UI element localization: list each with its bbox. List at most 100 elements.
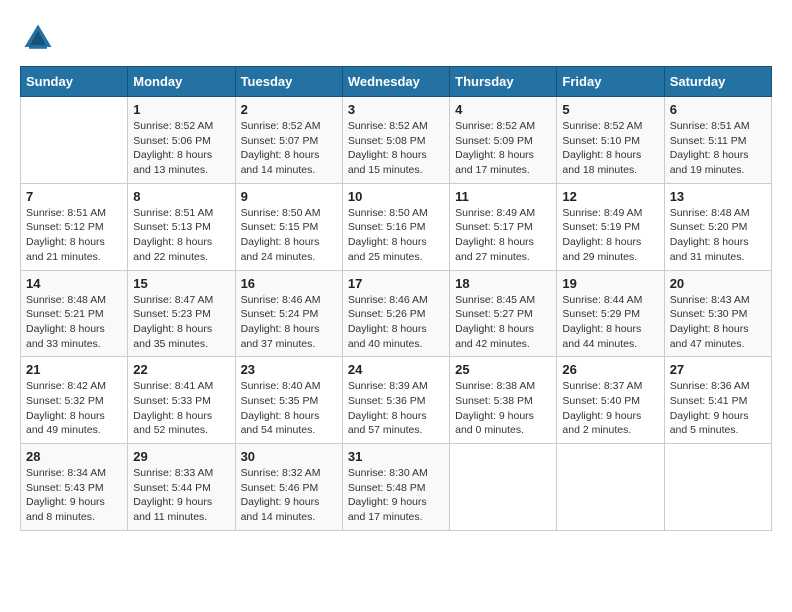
day-cell: 13 Sunrise: 8:48 AMSunset: 5:20 PMDaylig… bbox=[664, 183, 771, 270]
day-number: 5 bbox=[562, 102, 658, 117]
day-info: Sunrise: 8:51 AMSunset: 5:11 PMDaylight:… bbox=[670, 119, 766, 178]
day-cell: 10 Sunrise: 8:50 AMSunset: 5:16 PMDaylig… bbox=[342, 183, 449, 270]
day-number: 8 bbox=[133, 189, 229, 204]
day-number: 17 bbox=[348, 276, 444, 291]
day-cell: 12 Sunrise: 8:49 AMSunset: 5:19 PMDaylig… bbox=[557, 183, 664, 270]
week-row-3: 14 Sunrise: 8:48 AMSunset: 5:21 PMDaylig… bbox=[21, 270, 772, 357]
day-info: Sunrise: 8:48 AMSunset: 5:21 PMDaylight:… bbox=[26, 293, 122, 352]
day-cell: 29 Sunrise: 8:33 AMSunset: 5:44 PMDaylig… bbox=[128, 444, 235, 531]
day-number: 4 bbox=[455, 102, 551, 117]
day-info: Sunrise: 8:40 AMSunset: 5:35 PMDaylight:… bbox=[241, 379, 337, 438]
day-cell: 14 Sunrise: 8:48 AMSunset: 5:21 PMDaylig… bbox=[21, 270, 128, 357]
day-cell bbox=[557, 444, 664, 531]
day-cell: 8 Sunrise: 8:51 AMSunset: 5:13 PMDayligh… bbox=[128, 183, 235, 270]
day-cell bbox=[450, 444, 557, 531]
page-header bbox=[20, 20, 772, 56]
week-row-4: 21 Sunrise: 8:42 AMSunset: 5:32 PMDaylig… bbox=[21, 357, 772, 444]
day-number: 1 bbox=[133, 102, 229, 117]
day-info: Sunrise: 8:46 AMSunset: 5:26 PMDaylight:… bbox=[348, 293, 444, 352]
day-cell: 24 Sunrise: 8:39 AMSunset: 5:36 PMDaylig… bbox=[342, 357, 449, 444]
day-info: Sunrise: 8:50 AMSunset: 5:16 PMDaylight:… bbox=[348, 206, 444, 265]
day-cell: 15 Sunrise: 8:47 AMSunset: 5:23 PMDaylig… bbox=[128, 270, 235, 357]
day-number: 7 bbox=[26, 189, 122, 204]
day-info: Sunrise: 8:52 AMSunset: 5:10 PMDaylight:… bbox=[562, 119, 658, 178]
day-cell: 7 Sunrise: 8:51 AMSunset: 5:12 PMDayligh… bbox=[21, 183, 128, 270]
day-info: Sunrise: 8:47 AMSunset: 5:23 PMDaylight:… bbox=[133, 293, 229, 352]
day-cell: 2 Sunrise: 8:52 AMSunset: 5:07 PMDayligh… bbox=[235, 97, 342, 184]
day-cell: 23 Sunrise: 8:40 AMSunset: 5:35 PMDaylig… bbox=[235, 357, 342, 444]
day-number: 16 bbox=[241, 276, 337, 291]
day-number: 14 bbox=[26, 276, 122, 291]
day-info: Sunrise: 8:36 AMSunset: 5:41 PMDaylight:… bbox=[670, 379, 766, 438]
day-number: 24 bbox=[348, 362, 444, 377]
logo-icon bbox=[20, 20, 56, 56]
day-number: 22 bbox=[133, 362, 229, 377]
day-cell: 20 Sunrise: 8:43 AMSunset: 5:30 PMDaylig… bbox=[664, 270, 771, 357]
day-number: 12 bbox=[562, 189, 658, 204]
day-number: 30 bbox=[241, 449, 337, 464]
day-cell: 16 Sunrise: 8:46 AMSunset: 5:24 PMDaylig… bbox=[235, 270, 342, 357]
day-cell: 5 Sunrise: 8:52 AMSunset: 5:10 PMDayligh… bbox=[557, 97, 664, 184]
day-info: Sunrise: 8:30 AMSunset: 5:48 PMDaylight:… bbox=[348, 466, 444, 525]
day-info: Sunrise: 8:32 AMSunset: 5:46 PMDaylight:… bbox=[241, 466, 337, 525]
day-info: Sunrise: 8:45 AMSunset: 5:27 PMDaylight:… bbox=[455, 293, 551, 352]
header-sunday: Sunday bbox=[21, 67, 128, 97]
day-info: Sunrise: 8:42 AMSunset: 5:32 PMDaylight:… bbox=[26, 379, 122, 438]
day-cell: 31 Sunrise: 8:30 AMSunset: 5:48 PMDaylig… bbox=[342, 444, 449, 531]
header-row: SundayMondayTuesdayWednesdayThursdayFrid… bbox=[21, 67, 772, 97]
day-cell: 30 Sunrise: 8:32 AMSunset: 5:46 PMDaylig… bbox=[235, 444, 342, 531]
day-info: Sunrise: 8:43 AMSunset: 5:30 PMDaylight:… bbox=[670, 293, 766, 352]
day-cell: 17 Sunrise: 8:46 AMSunset: 5:26 PMDaylig… bbox=[342, 270, 449, 357]
week-row-1: 1 Sunrise: 8:52 AMSunset: 5:06 PMDayligh… bbox=[21, 97, 772, 184]
day-cell: 9 Sunrise: 8:50 AMSunset: 5:15 PMDayligh… bbox=[235, 183, 342, 270]
day-number: 11 bbox=[455, 189, 551, 204]
calendar-table: SundayMondayTuesdayWednesdayThursdayFrid… bbox=[20, 66, 772, 531]
day-cell: 26 Sunrise: 8:37 AMSunset: 5:40 PMDaylig… bbox=[557, 357, 664, 444]
day-info: Sunrise: 8:46 AMSunset: 5:24 PMDaylight:… bbox=[241, 293, 337, 352]
day-cell: 21 Sunrise: 8:42 AMSunset: 5:32 PMDaylig… bbox=[21, 357, 128, 444]
day-number: 13 bbox=[670, 189, 766, 204]
day-cell: 19 Sunrise: 8:44 AMSunset: 5:29 PMDaylig… bbox=[557, 270, 664, 357]
header-tuesday: Tuesday bbox=[235, 67, 342, 97]
day-number: 9 bbox=[241, 189, 337, 204]
header-saturday: Saturday bbox=[664, 67, 771, 97]
day-number: 31 bbox=[348, 449, 444, 464]
day-info: Sunrise: 8:37 AMSunset: 5:40 PMDaylight:… bbox=[562, 379, 658, 438]
header-thursday: Thursday bbox=[450, 67, 557, 97]
day-info: Sunrise: 8:52 AMSunset: 5:09 PMDaylight:… bbox=[455, 119, 551, 178]
day-number: 25 bbox=[455, 362, 551, 377]
day-info: Sunrise: 8:49 AMSunset: 5:19 PMDaylight:… bbox=[562, 206, 658, 265]
day-info: Sunrise: 8:52 AMSunset: 5:08 PMDaylight:… bbox=[348, 119, 444, 178]
day-number: 19 bbox=[562, 276, 658, 291]
day-info: Sunrise: 8:49 AMSunset: 5:17 PMDaylight:… bbox=[455, 206, 551, 265]
header-friday: Friday bbox=[557, 67, 664, 97]
day-info: Sunrise: 8:44 AMSunset: 5:29 PMDaylight:… bbox=[562, 293, 658, 352]
day-number: 6 bbox=[670, 102, 766, 117]
day-info: Sunrise: 8:33 AMSunset: 5:44 PMDaylight:… bbox=[133, 466, 229, 525]
day-info: Sunrise: 8:51 AMSunset: 5:13 PMDaylight:… bbox=[133, 206, 229, 265]
day-cell: 3 Sunrise: 8:52 AMSunset: 5:08 PMDayligh… bbox=[342, 97, 449, 184]
day-info: Sunrise: 8:39 AMSunset: 5:36 PMDaylight:… bbox=[348, 379, 444, 438]
logo bbox=[20, 20, 62, 56]
day-info: Sunrise: 8:50 AMSunset: 5:15 PMDaylight:… bbox=[241, 206, 337, 265]
day-cell: 1 Sunrise: 8:52 AMSunset: 5:06 PMDayligh… bbox=[128, 97, 235, 184]
day-number: 10 bbox=[348, 189, 444, 204]
header-monday: Monday bbox=[128, 67, 235, 97]
day-number: 2 bbox=[241, 102, 337, 117]
day-number: 27 bbox=[670, 362, 766, 377]
day-number: 3 bbox=[348, 102, 444, 117]
day-info: Sunrise: 8:41 AMSunset: 5:33 PMDaylight:… bbox=[133, 379, 229, 438]
day-info: Sunrise: 8:52 AMSunset: 5:07 PMDaylight:… bbox=[241, 119, 337, 178]
day-cell: 18 Sunrise: 8:45 AMSunset: 5:27 PMDaylig… bbox=[450, 270, 557, 357]
day-info: Sunrise: 8:34 AMSunset: 5:43 PMDaylight:… bbox=[26, 466, 122, 525]
day-number: 29 bbox=[133, 449, 229, 464]
day-cell: 25 Sunrise: 8:38 AMSunset: 5:38 PMDaylig… bbox=[450, 357, 557, 444]
day-number: 23 bbox=[241, 362, 337, 377]
day-info: Sunrise: 8:48 AMSunset: 5:20 PMDaylight:… bbox=[670, 206, 766, 265]
day-cell: 28 Sunrise: 8:34 AMSunset: 5:43 PMDaylig… bbox=[21, 444, 128, 531]
day-number: 18 bbox=[455, 276, 551, 291]
day-number: 28 bbox=[26, 449, 122, 464]
day-cell bbox=[21, 97, 128, 184]
day-cell: 4 Sunrise: 8:52 AMSunset: 5:09 PMDayligh… bbox=[450, 97, 557, 184]
day-number: 20 bbox=[670, 276, 766, 291]
